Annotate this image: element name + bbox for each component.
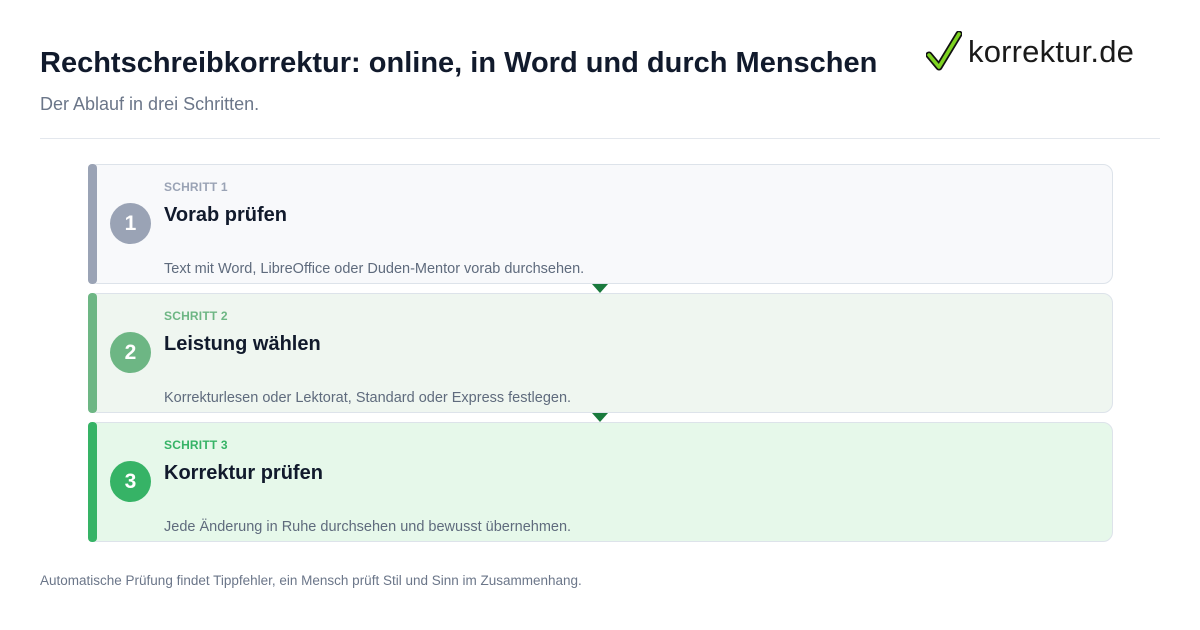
step-accent-bar (88, 422, 97, 542)
logo[interactable]: korrektur.de (926, 30, 1134, 74)
step-kicker: SCHRITT 1 (164, 180, 228, 194)
step-number-badge: 2 (110, 332, 151, 373)
step-accent-bar (88, 164, 97, 284)
footnote: Automatische Prüfung findet Tippfehler, … (40, 573, 582, 588)
step-title: Leistung wählen (164, 333, 321, 355)
header-divider (40, 138, 1160, 139)
step-number-badge: 3 (110, 461, 151, 502)
step-card: 1 SCHRITT 1 Vorab prüfen Text mit Word, … (88, 164, 1113, 284)
step-number-badge: 1 (110, 203, 151, 244)
step-description: Jede Änderung in Ruhe durchsehen und bew… (164, 519, 572, 535)
step-description: Korrekturlesen oder Lektorat, Standard o… (164, 390, 572, 406)
page-title: Rechtschreibkorrektur: online, in Word u… (40, 47, 878, 79)
step-title: Korrektur prüfen (164, 462, 323, 484)
step-accent-bar (88, 293, 97, 413)
step-card: 3 SCHRITT 3 Korrektur prüfen Jede Änderu… (88, 422, 1113, 542)
step-kicker: SCHRITT 3 (164, 438, 228, 452)
step-description: Text mit Word, LibreOffice oder Duden-Me… (164, 261, 585, 277)
step-kicker: SCHRITT 2 (164, 309, 228, 323)
step-connector-arrow (592, 413, 608, 422)
step-connector-arrow (592, 284, 608, 293)
step-card: 2 SCHRITT 2 Leistung wählen Korrekturles… (88, 293, 1113, 413)
checkmark-icon (926, 31, 962, 71)
logo-text: korrektur.de (968, 34, 1135, 69)
page-subtitle: Der Ablauf in drei Schritten. (40, 94, 260, 114)
step-title: Vorab prüfen (164, 204, 287, 226)
